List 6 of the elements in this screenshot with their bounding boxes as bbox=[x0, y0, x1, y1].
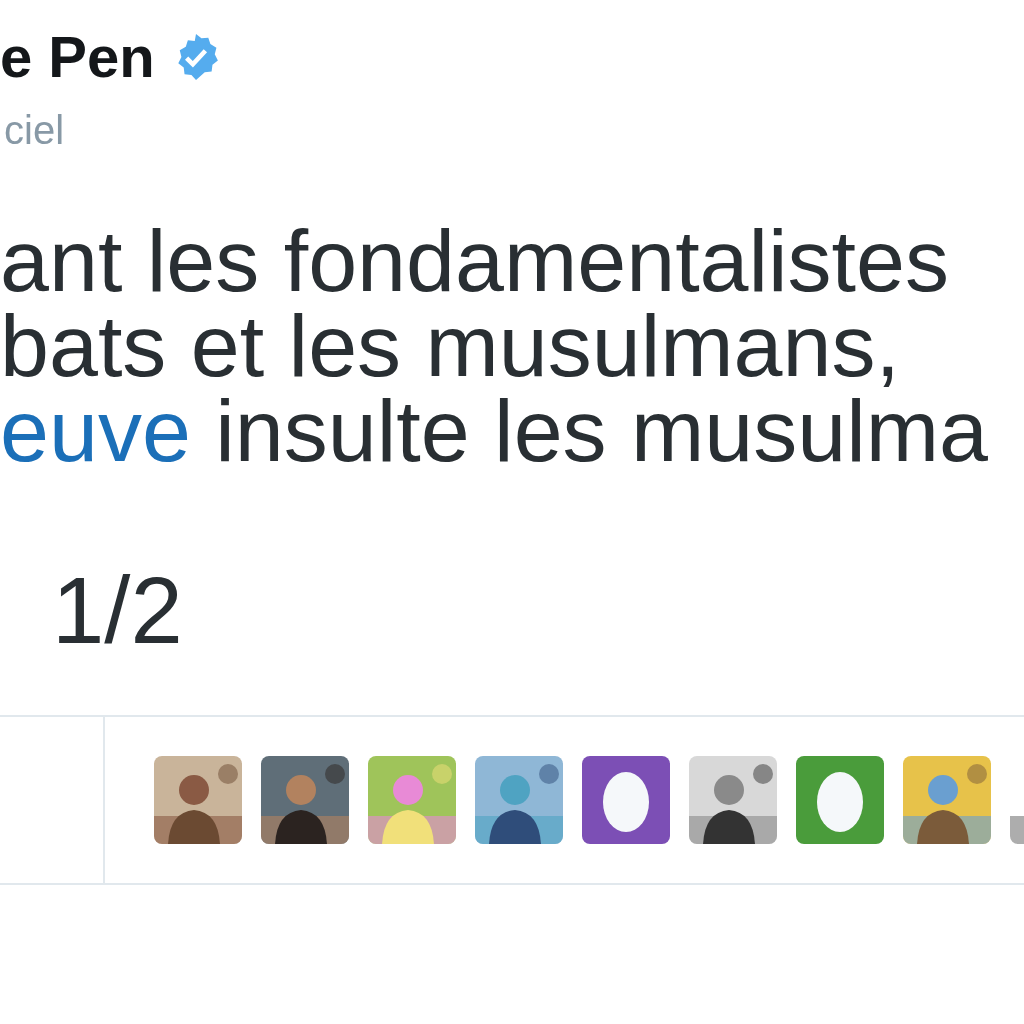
egg-avatar-icon[interactable] bbox=[582, 756, 671, 844]
account-handle: ciel bbox=[3, 110, 66, 150]
tweet-text-line: ant les fondamentalistes bbox=[0, 218, 950, 303]
egg-avatar-icon[interactable] bbox=[796, 756, 885, 844]
tweet-text-line: 1/2 bbox=[51, 568, 184, 653]
account-name[interactable]: e Pen bbox=[0, 28, 155, 86]
